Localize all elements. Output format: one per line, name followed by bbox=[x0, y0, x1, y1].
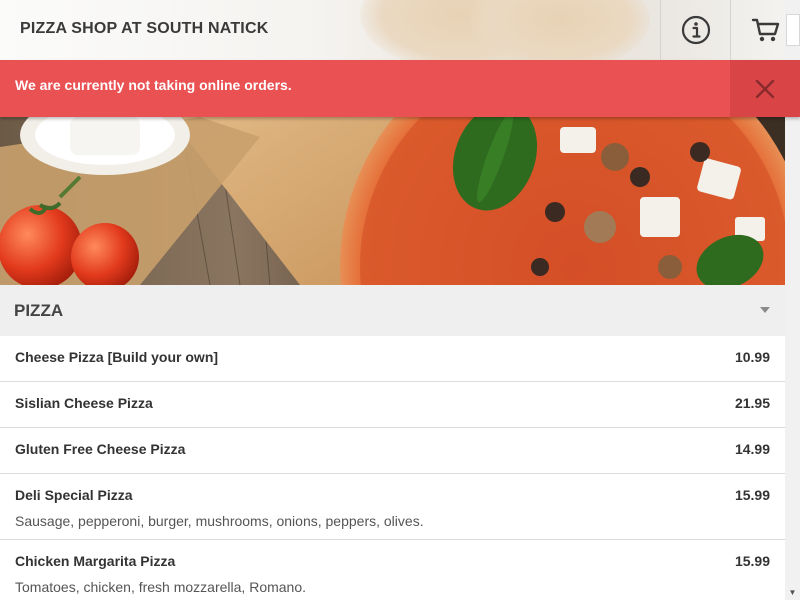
header-background-image-detail bbox=[470, 0, 650, 60]
scroll-down-arrow-icon[interactable]: ▼ bbox=[786, 586, 799, 598]
menu-item-name: Deli Special Pizza bbox=[15, 487, 133, 503]
header-bar: PIZZA SHOP AT SOUTH NATICK bbox=[0, 0, 800, 60]
hero-image bbox=[0, 117, 785, 285]
menu-item[interactable]: Cheese Pizza [Build your own] 10.99 bbox=[0, 336, 785, 382]
menu-item-price: 10.99 bbox=[734, 349, 770, 365]
category-header-pizza[interactable]: PIZZA bbox=[0, 285, 785, 336]
site-title: PIZZA SHOP AT SOUTH NATICK bbox=[20, 20, 269, 37]
pizza-hero-illustration bbox=[0, 117, 785, 285]
menu-item-description: Tomatoes, chicken, fresh mozzarella, Rom… bbox=[15, 579, 307, 595]
menu-item-price: 15.99 bbox=[734, 487, 770, 503]
notice-banner: We are currently not taking online order… bbox=[0, 60, 800, 117]
menu-item-list: Cheese Pizza [Build your own] 10.99 Sisl… bbox=[0, 336, 785, 605]
menu-item-price: 21.95 bbox=[734, 395, 770, 411]
info-button[interactable] bbox=[660, 0, 731, 60]
menu-item-description: Sausage, pepperoni, burger, mushrooms, o… bbox=[15, 513, 424, 529]
menu-item[interactable]: Gluten Free Cheese Pizza 14.99 bbox=[0, 428, 785, 474]
menu-item-name: Chicken Margarita Pizza bbox=[15, 553, 176, 569]
caret-down-icon bbox=[760, 307, 770, 313]
cart-icon bbox=[751, 18, 780, 42]
menu-item[interactable]: Sislian Cheese Pizza 21.95 bbox=[0, 382, 785, 428]
category-title: PIZZA bbox=[14, 301, 64, 320]
info-icon bbox=[681, 15, 711, 45]
scrollbar-thumb[interactable] bbox=[786, 14, 800, 46]
menu-item-name: Gluten Free Cheese Pizza bbox=[15, 441, 186, 457]
close-icon bbox=[755, 79, 775, 98]
menu-item-price: 15.99 bbox=[734, 553, 770, 569]
menu-item-name: Sislian Cheese Pizza bbox=[15, 395, 153, 411]
notice-close-button[interactable] bbox=[730, 60, 800, 117]
notice-message: We are currently not taking online order… bbox=[15, 77, 292, 93]
menu-item[interactable]: Chicken Margarita Pizza 15.99 Tomatoes, … bbox=[0, 540, 785, 605]
menu-item[interactable]: Deli Special Pizza 15.99 Sausage, pepper… bbox=[0, 474, 785, 540]
menu-item-price: 14.99 bbox=[734, 441, 770, 457]
menu-item-name: Cheese Pizza [Build your own] bbox=[15, 349, 219, 365]
